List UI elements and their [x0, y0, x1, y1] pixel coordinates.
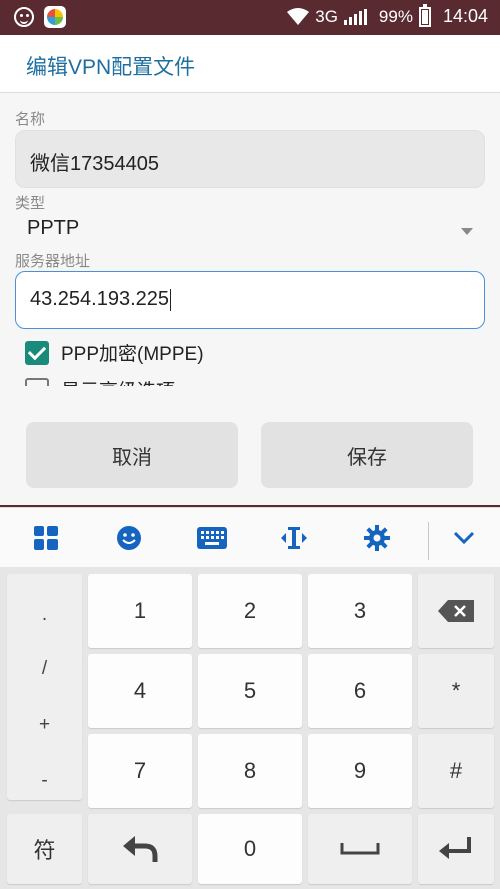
chevron-down-icon[interactable]: [444, 518, 484, 558]
symbol-minus-key[interactable]: -: [7, 770, 82, 792]
symbols-key[interactable]: 符: [7, 814, 82, 884]
key-7[interactable]: 7: [88, 734, 192, 808]
advanced-checkbox[interactable]: [25, 377, 49, 386]
undo-icon: [123, 836, 158, 862]
grid-icon[interactable]: [26, 518, 66, 558]
key-3[interactable]: 3: [308, 574, 412, 648]
hash-key[interactable]: #: [418, 734, 494, 808]
symbol-slash-key[interactable]: /: [7, 658, 82, 680]
key-1[interactable]: 1: [88, 574, 192, 648]
encrypt-checkbox[interactable]: [25, 340, 49, 365]
type-select[interactable]: PPTP: [15, 214, 485, 248]
status-bar: 3G 99% 14:04: [0, 0, 500, 35]
enter-key[interactable]: [418, 814, 494, 884]
battery-percent: 99%: [378, 6, 413, 26]
key-6[interactable]: 6: [308, 654, 412, 728]
smiley-notification-icon: [14, 7, 34, 27]
backspace-key[interactable]: [418, 574, 494, 648]
type-select-value: PPTP: [27, 217, 80, 239]
enter-icon: [439, 837, 471, 859]
advanced-label: 显示高级选项: [61, 376, 175, 386]
network-type: 3G: [315, 6, 338, 26]
backspace-icon: [438, 600, 474, 622]
vpn-edit-dialog: 编辑VPN配置文件 名称 微信17354405 类型 PPTP 服务器地址 43…: [0, 35, 500, 505]
clock: 14:04: [442, 6, 488, 26]
encrypt-label: PPP加密(MPPE): [61, 344, 204, 365]
symbol-column: . / + -: [7, 574, 82, 800]
toolbar-divider: [428, 522, 429, 560]
symbol-dot-key[interactable]: .: [7, 604, 82, 626]
signal-icon: [343, 8, 367, 25]
text-cursor: [170, 288, 172, 311]
undo-key[interactable]: [88, 814, 192, 884]
key-4[interactable]: 4: [88, 654, 192, 728]
emoji-icon[interactable]: [109, 518, 149, 558]
key-0[interactable]: 0: [198, 814, 302, 884]
numeric-keypad: . / + - 1 2 3 4 5 6 * 7 8 9 # 符 0: [0, 567, 500, 889]
space-icon: [340, 843, 380, 855]
battery-icon: [418, 3, 431, 27]
name-label: 名称: [15, 111, 46, 128]
star-key[interactable]: *: [418, 654, 494, 728]
save-button[interactable]: 保存: [261, 422, 473, 488]
keyboard-icon[interactable]: [192, 518, 232, 558]
key-8[interactable]: 8: [198, 734, 302, 808]
cursor-icon[interactable]: [274, 518, 314, 558]
app-notification-icon: [44, 6, 66, 28]
advanced-options-clip: 显示高级选项: [0, 376, 500, 386]
server-address-value: 43.254.193.225: [30, 288, 170, 310]
name-field[interactable]: 微信17354405: [15, 130, 485, 188]
cancel-button[interactable]: 取消: [26, 422, 238, 488]
key-2[interactable]: 2: [198, 574, 302, 648]
dialog-title: 编辑VPN配置文件: [0, 35, 500, 93]
space-key[interactable]: [308, 814, 412, 884]
wifi-icon: [287, 7, 310, 25]
encrypt-checkbox-row[interactable]: PPP加密(MPPE): [25, 339, 204, 366]
settings-icon[interactable]: [357, 518, 397, 558]
dropdown-arrow-icon: [461, 228, 473, 235]
advanced-checkbox-row[interactable]: 显示高级选项: [25, 376, 175, 386]
type-label: 类型: [15, 195, 46, 212]
key-9[interactable]: 9: [308, 734, 412, 808]
server-address-field[interactable]: 43.254.193.225: [15, 271, 485, 329]
keyboard-toolbar: [0, 507, 500, 567]
key-5[interactable]: 5: [198, 654, 302, 728]
server-label: 服务器地址: [15, 253, 91, 270]
symbol-plus-key[interactable]: +: [7, 714, 82, 736]
